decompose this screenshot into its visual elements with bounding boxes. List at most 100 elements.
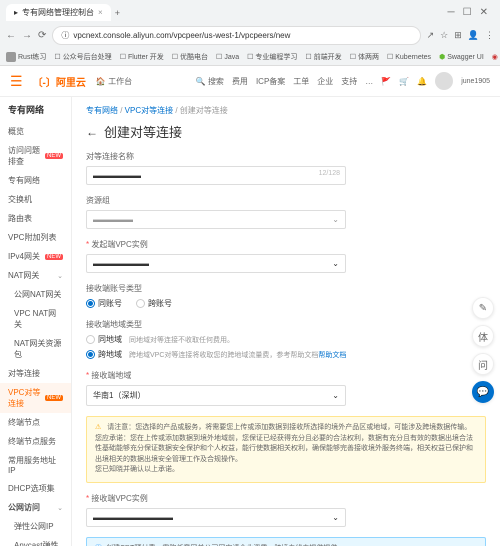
- sidebar-item-vswitch[interactable]: 交换机: [0, 190, 71, 209]
- sidebar-item-ipv4gw[interactable]: IPv4网关NEW: [0, 247, 71, 266]
- label-account-type: 接收端账号类型: [86, 283, 486, 294]
- forward-icon[interactable]: →: [22, 30, 32, 41]
- chevron-down-icon: ⌄: [57, 272, 63, 280]
- tab-favicon: ▸: [14, 8, 18, 17]
- search-icon[interactable]: 🔍 搜索: [196, 76, 224, 87]
- bookmark-item[interactable]: ☐ Kubernetes: [387, 53, 431, 61]
- chevron-down-icon: ⌄: [332, 259, 339, 268]
- sidebar-item-endpoint[interactable]: 终端节点: [0, 413, 71, 432]
- back-arrow-icon[interactable]: ←: [86, 125, 98, 139]
- header-fees[interactable]: 费用: [232, 76, 248, 87]
- sidebar-item-vpc[interactable]: 专有网络: [0, 171, 71, 190]
- sidebar: 专有网络 概览 访问问题排查NEW 专有网络 交换机 路由表 VPC附加列表 I…: [0, 97, 72, 546]
- sidebar-item-vpcnat[interactable]: VPC NAT网关: [0, 304, 71, 334]
- sidebar-item-peer[interactable]: 对等连接: [0, 364, 71, 383]
- bookmark-item[interactable]: Rust练习: [6, 52, 46, 62]
- bookmark-item[interactable]: ☐ Flutter 开发: [120, 52, 164, 62]
- maximize-icon[interactable]: ☐: [463, 7, 472, 18]
- close-window-icon[interactable]: ✕: [480, 7, 488, 18]
- char-counter: 12/128: [319, 170, 340, 177]
- header-icp[interactable]: ICP备案: [256, 76, 285, 87]
- breadcrumb: 专有网络 / VPC对等连接 / 创建对等连接: [86, 105, 486, 116]
- minimize-icon[interactable]: ─: [448, 7, 455, 18]
- bookmark-item[interactable]: ☐ 前端开发: [305, 52, 341, 62]
- sidebar-item-natpack[interactable]: NAT网关资源包: [0, 334, 71, 364]
- label-resource: 资源组: [86, 195, 486, 206]
- profile-icon[interactable]: 👤: [468, 30, 479, 41]
- help-link[interactable]: 帮助文档: [318, 352, 346, 359]
- share-icon[interactable]: ↗: [427, 30, 435, 41]
- edit-tool-icon[interactable]: ✎: [472, 297, 494, 319]
- new-tab-button[interactable]: +: [115, 8, 120, 18]
- resource-select[interactable]: ▬▬▬▬▬⌄: [86, 210, 346, 229]
- region-select[interactable]: 华南1（深圳）⌄: [86, 385, 346, 406]
- label-region-type: 接收端地域类型: [86, 319, 486, 330]
- lang-icon[interactable]: 🚩: [381, 77, 391, 86]
- sidebar-title: 专有网络: [0, 97, 71, 122]
- sidebar-item-commonip[interactable]: 常用服务地址IP: [0, 451, 71, 479]
- header-more[interactable]: …: [365, 77, 373, 86]
- sidebar-item-eip[interactable]: 弹性公网IP: [0, 517, 71, 536]
- label-region: 接收端地域: [86, 370, 486, 381]
- console-header: ☰ 〔-〕阿里云 🏠 工作台 🔍 搜索 费用 ICP备案 工单 企业 支持 … …: [0, 66, 500, 97]
- bookmark-item[interactable]: ☐ 公众号后台处理: [54, 52, 111, 62]
- sidebar-item-vpcpeer[interactable]: VPC对等连接NEW: [0, 383, 71, 413]
- label-name: 对等连接名称: [86, 151, 486, 162]
- bookmark-item[interactable]: ☐ 优酷电台: [172, 52, 208, 62]
- feedback-tool-icon[interactable]: 问: [472, 353, 494, 375]
- bookmark-star-icon[interactable]: ☆: [440, 30, 448, 41]
- url-text: vpcnext.console.aliyun.com/vpcpeer/us-we…: [73, 31, 290, 40]
- bookmark-item[interactable]: ◉ 内容管理-CSDN博…: [492, 52, 500, 62]
- experience-tool-icon[interactable]: 体: [472, 325, 494, 347]
- tab-close-icon[interactable]: ×: [98, 8, 103, 17]
- aliyun-logo[interactable]: 〔-〕阿里云: [33, 74, 86, 89]
- bookmark-item[interactable]: ☐ 体两两: [350, 52, 379, 62]
- nav-toggle-icon[interactable]: ☰: [10, 73, 23, 90]
- breadcrumb-link[interactable]: VPC对等连接: [125, 106, 173, 115]
- chevron-down-icon: ⌄: [57, 504, 63, 512]
- bookmark-item[interactable]: ⬢ Swagger UI: [439, 53, 484, 61]
- sidebar-item-natgw[interactable]: NAT网关⌄: [0, 266, 71, 285]
- radio-same-region[interactable]: 同地域同地域对等连接不收取任何费用。: [86, 334, 486, 345]
- bookmark-item[interactable]: ☐ Java: [216, 53, 239, 61]
- avatar[interactable]: [435, 72, 453, 90]
- notify-icon[interactable]: 🔔: [417, 77, 427, 86]
- workspace-link[interactable]: 🏠 工作台: [96, 76, 132, 87]
- page-title: 创建对等连接: [104, 122, 182, 141]
- reload-icon[interactable]: ⟳: [38, 30, 46, 41]
- sidebar-item-diagnose[interactable]: 访问问题排查NEW: [0, 141, 71, 171]
- site-info-icon[interactable]: ⓘ: [61, 30, 69, 41]
- sidebar-item-endpointsvc[interactable]: 终端节点服务: [0, 432, 71, 451]
- chevron-down-icon: ⌄: [332, 391, 339, 400]
- name-input[interactable]: [86, 166, 346, 185]
- breadcrumb-current: 创建对等连接: [180, 106, 228, 115]
- menu-icon[interactable]: ⋮: [485, 30, 494, 41]
- breadcrumb-link[interactable]: 专有网络: [86, 106, 118, 115]
- browser-tab[interactable]: ▸ 专有网络管理控制台 ×: [6, 4, 111, 21]
- sidebar-item-vpcattach[interactable]: VPC附加列表: [0, 228, 71, 247]
- target-vpc-select[interactable]: ▬▬▬▬▬▬▬▬▬▬⌄: [86, 508, 346, 527]
- sidebar-item-anycasteip[interactable]: Anycast弹性公网IP: [0, 536, 71, 546]
- chat-tool-icon[interactable]: 💬: [472, 381, 494, 403]
- sidebar-item-pubnat[interactable]: 公网NAT网关: [0, 285, 71, 304]
- sidebar-item-overview[interactable]: 概览: [0, 122, 71, 141]
- header-enterprise[interactable]: 企业: [317, 76, 333, 87]
- address-bar[interactable]: ⓘ vpcnext.console.aliyun.com/vpcpeer/us-…: [52, 26, 420, 45]
- vpc-select[interactable]: ▬▬▬▬▬▬▬⌄: [86, 254, 346, 273]
- bookmarks-bar: Rust练习 ☐ 公众号后台处理 ☐ Flutter 开发 ☐ 优酷电台 ☐ J…: [0, 49, 500, 65]
- sidebar-item-pubaccess[interactable]: 公网访问⌄: [0, 498, 71, 517]
- label-target-vpc: 接收端VPC实例: [86, 493, 486, 504]
- bookmark-item[interactable]: ☐ 专业编程学习: [247, 52, 297, 62]
- radio-cross-region[interactable]: 跨地域跨地域VPC对等连接将收取您的跨地域流量费，参考帮助文档帮助文档: [86, 349, 486, 360]
- extensions-icon[interactable]: ⊞: [454, 30, 462, 41]
- radio-same-account[interactable]: 同账号: [86, 298, 122, 309]
- username[interactable]: june1905: [461, 78, 490, 85]
- sidebar-item-dhcp[interactable]: DHCP选项集: [0, 479, 71, 498]
- cart-icon[interactable]: 🛒: [399, 77, 409, 86]
- header-support[interactable]: 支持: [341, 76, 357, 87]
- radio-cross-account[interactable]: 跨账号: [136, 298, 172, 309]
- cross-border-alert: ⚠ 请注意：您选择的产品或服务，将需要您上传或添加数据到接收所选择的境外产品区或…: [86, 416, 486, 483]
- header-ticket[interactable]: 工单: [293, 76, 309, 87]
- sidebar-item-route[interactable]: 路由表: [0, 209, 71, 228]
- back-icon[interactable]: ←: [6, 30, 16, 41]
